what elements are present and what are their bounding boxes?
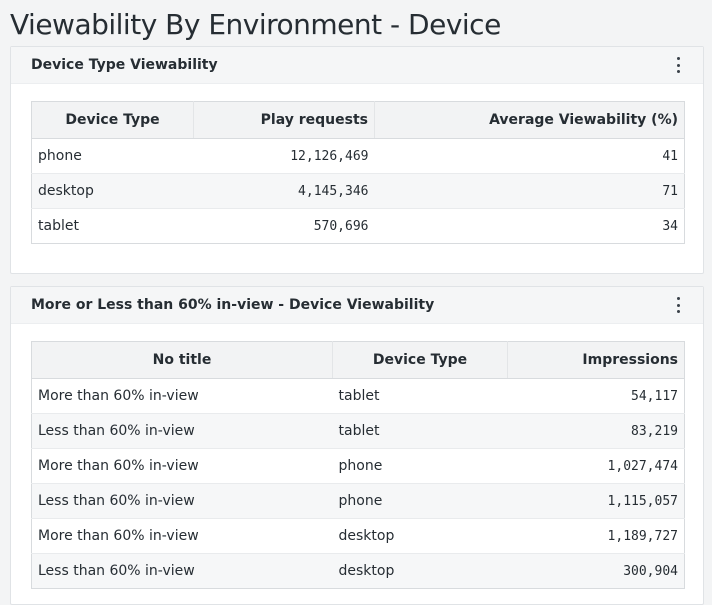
cell-in-view: Less than 60% in-view <box>31 483 333 519</box>
cell-average-viewability: 71 <box>374 173 685 209</box>
table-row: More than 60% in-view desktop 1,189,727 <box>31 518 685 554</box>
cell-in-view: More than 60% in-view <box>31 448 333 484</box>
cell-impressions: 83,219 <box>507 413 685 449</box>
card-header: Device Type Viewability <box>11 47 703 84</box>
table-header-row: No title Device Type Impressions <box>31 341 685 379</box>
cell-average-viewability: 41 <box>662 148 678 164</box>
cell-in-view: More than 60% in-view <box>38 388 199 404</box>
cell-in-view: Less than 60% in-view <box>31 413 333 449</box>
device-type-table: Device Type Play requests Average Viewab… <box>31 101 685 244</box>
table-row: More than 60% in-view tablet 54,117 <box>32 379 685 414</box>
cell-device-type: tablet <box>332 413 508 449</box>
cell-impressions: 1,027,474 <box>507 448 685 484</box>
table-row: More than 60% in-view phone 1,027,474 <box>31 448 685 484</box>
cell-device-type: phone <box>332 448 508 484</box>
column-header-play-requests[interactable]: Play requests <box>193 101 375 139</box>
card-title: More or Less than 60% in-view - Device V… <box>31 297 435 313</box>
cell-device-type: phone <box>332 483 508 519</box>
cell-device-type: desktop <box>332 553 508 589</box>
more-vertical-icon[interactable] <box>673 297 683 313</box>
cell-in-view: More than 60% in-view <box>31 518 333 554</box>
more-vertical-icon[interactable] <box>673 57 683 73</box>
cell-device-type: tablet <box>338 388 380 404</box>
in-view-device-viewability-card: More or Less than 60% in-view - Device V… <box>10 286 704 605</box>
cell-device-type: desktop <box>332 518 508 554</box>
table-row: Less than 60% in-view phone 1,115,057 <box>31 483 685 519</box>
in-view-table: No title Device Type Impressions More th… <box>31 341 685 589</box>
cell-impressions: 1,189,727 <box>507 518 685 554</box>
page-title: Viewability By Environment - Device <box>10 8 501 41</box>
table-row: phone 12,126,469 41 <box>32 139 685 174</box>
column-header-device-type[interactable]: Device Type <box>31 101 194 139</box>
table-row: tablet 570,696 34 <box>31 208 685 244</box>
cell-device-type: phone <box>38 148 82 164</box>
column-header-no-title[interactable]: No title <box>31 341 333 379</box>
cell-impressions: 300,904 <box>507 553 685 589</box>
cell-impressions: 54,117 <box>631 388 678 404</box>
cell-in-view: Less than 60% in-view <box>31 553 333 589</box>
card-header: More or Less than 60% in-view - Device V… <box>11 287 703 324</box>
column-header-impressions[interactable]: Impressions <box>507 341 685 379</box>
cell-play-requests: 4,145,346 <box>193 173 375 209</box>
cell-impressions: 1,115,057 <box>507 483 685 519</box>
cell-play-requests: 570,696 <box>193 208 375 244</box>
table-row: Less than 60% in-view desktop 300,904 <box>31 553 685 589</box>
card-title: Device Type Viewability <box>31 57 218 73</box>
table-row: desktop 4,145,346 71 <box>31 173 685 209</box>
cell-device-type: desktop <box>31 173 194 209</box>
column-header-average-viewability[interactable]: Average Viewability (%) <box>374 101 685 139</box>
device-type-viewability-card: Device Type Viewability Device Type Play… <box>10 46 704 274</box>
table-header-row: Device Type Play requests Average Viewab… <box>31 101 685 139</box>
cell-device-type: tablet <box>31 208 194 244</box>
cell-average-viewability: 34 <box>374 208 685 244</box>
cell-play-requests: 12,126,469 <box>290 148 369 164</box>
table-row: Less than 60% in-view tablet 83,219 <box>31 413 685 449</box>
column-header-device-type[interactable]: Device Type <box>332 341 508 379</box>
